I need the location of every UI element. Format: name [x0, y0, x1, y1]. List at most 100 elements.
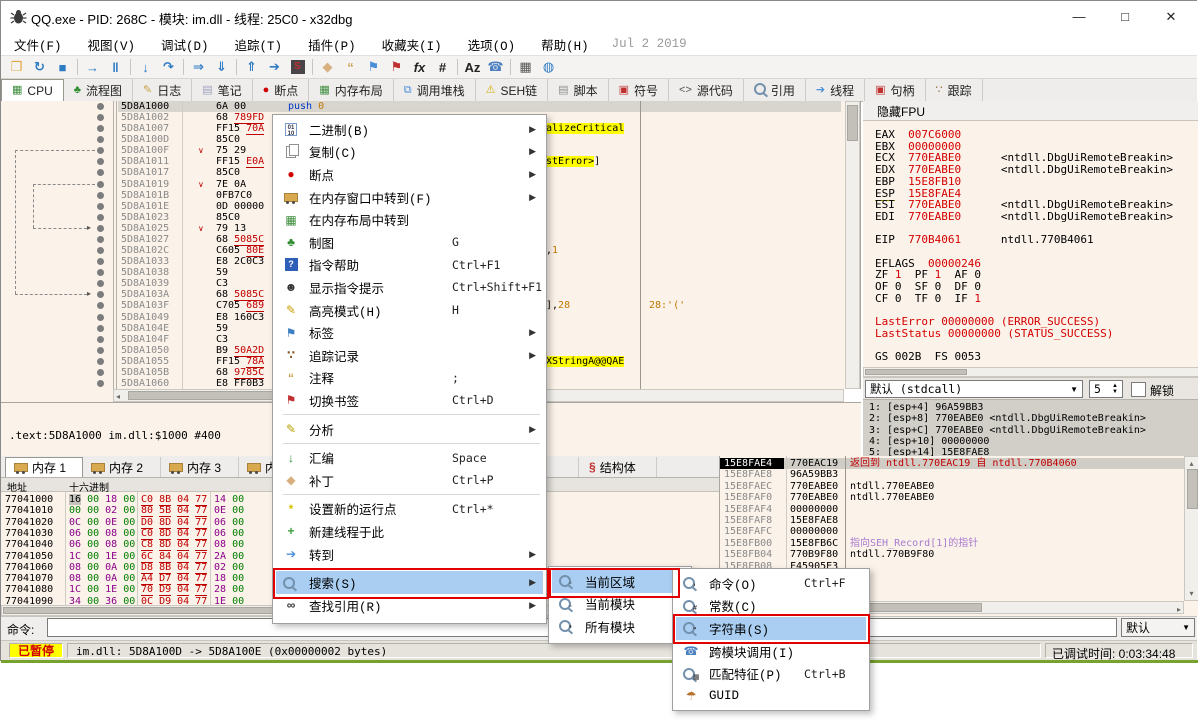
scroll-left-arrow[interactable]: ◂	[116, 391, 120, 402]
close-button[interactable]: ✕	[1148, 1, 1194, 33]
menu-item-在内存窗口中转到(F)[interactable]: 在内存窗口中转到(F)▶	[276, 186, 543, 209]
dump-tab-内存 3[interactable]: 内存 3	[161, 457, 239, 477]
title-bar[interactable]: QQ.exe - PID: 268C - 模块: im.dll - 线程: 25…	[1, 1, 1197, 33]
tab-符号[interactable]: ▣符号	[609, 79, 669, 101]
menu-item-制图[interactable]: ♣制图G	[276, 231, 543, 254]
stack-vscrollbar[interactable]: ▴▾	[1184, 456, 1198, 601]
label-icon[interactable]: ⚑	[362, 57, 385, 77]
stop-icon[interactable]: ■	[51, 57, 74, 77]
scroll-down-arrow[interactable]: ▾	[1185, 588, 1198, 599]
breakpoint-dot[interactable]	[97, 125, 104, 132]
tab-调用堆栈[interactable]: ⧉调用堆栈	[394, 79, 476, 101]
disasm-row[interactable]: 5D8A10006A 00push 0	[1, 101, 861, 112]
breakpoint-dot[interactable]	[97, 181, 104, 188]
step-into-icon[interactable]: ↓	[134, 57, 157, 77]
tab-SEH链[interactable]: ⚠SEH链	[476, 79, 549, 101]
breakpoint-dot[interactable]	[97, 380, 104, 387]
maximize-button[interactable]: □	[1102, 1, 1148, 33]
stack-arg-row[interactable]: 3: [esp+C] 770EABE0 <ntdll.DbgUiRemoteBr…	[869, 425, 1146, 436]
menubar-item[interactable]: 视图(V)	[75, 33, 149, 56]
tab-句柄[interactable]: ▣句柄	[865, 79, 925, 101]
menu-item-二进制(B)[interactable]: 0110二进制(B)▶	[276, 118, 543, 141]
dump-tab-结构体[interactable]: §结构体	[581, 457, 657, 477]
breakpoint-dot[interactable]	[97, 258, 104, 265]
function-icon[interactable]: fx	[408, 57, 431, 77]
tab-流程图[interactable]: ♣流程图	[64, 79, 133, 101]
menu-item-指令帮助[interactable]: ?指令帮助Ctrl+F1	[276, 254, 543, 277]
menubar-item[interactable]: 收藏夹(I)	[369, 33, 455, 56]
command-combo[interactable]: 默认 ▼	[1121, 618, 1195, 637]
menu-item-注释[interactable]: “注释;	[276, 367, 543, 390]
breakpoint-dot[interactable]	[97, 214, 104, 221]
breakpoint-dot[interactable]	[97, 225, 104, 232]
tab-跟踪[interactable]: ∵跟踪	[926, 79, 983, 101]
breakpoint-dot[interactable]	[97, 103, 104, 110]
breakpoint-dot[interactable]	[97, 158, 104, 165]
menu-item-新建线程于此[interactable]: +新建线程于此	[276, 520, 543, 543]
menu-item-查找引用(R)[interactable]: ∞查找引用(R)▶	[276, 594, 543, 617]
patch-icon[interactable]: ◆	[316, 57, 339, 77]
tab-CPU[interactable]: ▦CPU	[1, 79, 64, 102]
breakpoint-dot[interactable]	[97, 291, 104, 298]
breakpoint-dot[interactable]	[97, 358, 104, 365]
unlock-checkbox[interactable]	[1131, 382, 1146, 397]
breakpoint-dot[interactable]	[97, 203, 104, 210]
tab-脚本[interactable]: ▤脚本	[548, 79, 608, 101]
tab-线程[interactable]: ➔线程	[806, 79, 865, 101]
menu-item-GUID[interactable]: ☂GUID	[676, 685, 866, 708]
menu-item-跨模块调用(I)[interactable]: ☎跨模块调用(I)	[676, 640, 866, 663]
hide-fpu-button[interactable]: 隐藏FPU	[863, 101, 1198, 121]
menu-item-切换书签[interactable]: ⚑切换书签Ctrl+D	[276, 389, 543, 412]
menu-item-汇编[interactable]: ↓汇编Space	[276, 446, 543, 469]
menu-item-复制(C)[interactable]: 复制(C)▶	[276, 141, 543, 164]
register-line[interactable]: EIP 770B4061 ntdll.770B4061	[875, 234, 1094, 246]
registers-hscrollbar[interactable]	[863, 367, 1198, 377]
arg-count-stepper[interactable]: 5 ▲▼	[1089, 380, 1123, 398]
menu-item-常数(C)[interactable]: #常数(C)	[676, 595, 866, 618]
scroll-up-arrow[interactable]: ▴	[1185, 458, 1198, 469]
run-to-user-code-icon[interactable]: ⇒	[187, 57, 210, 77]
stack-args-pane[interactable]: 1: [esp+4] 96A59BB32: [esp+8] 770EABE0 <…	[863, 399, 1198, 456]
tab-日志[interactable]: ✎日志	[133, 79, 192, 101]
breakpoint-dot[interactable]	[97, 236, 104, 243]
modules-phone-icon[interactable]: ☎	[484, 57, 507, 77]
menubar-item[interactable]: 追踪(T)	[222, 33, 296, 56]
strings-icon[interactable]: S	[286, 57, 309, 77]
breakpoint-dot[interactable]	[97, 347, 104, 354]
menu-item-转到[interactable]: ➔转到▶	[276, 543, 543, 566]
breakpoint-dot[interactable]	[97, 280, 104, 287]
tab-断点[interactable]: ●断点	[253, 79, 310, 101]
menu-item-设置新的运行点[interactable]: *设置新的运行点Ctrl+*	[276, 498, 543, 521]
register-line[interactable]: EDI 770EABE0 <ntdll.DbgUiRemoteBreakin>	[875, 211, 1173, 223]
breakpoint-dot[interactable]	[97, 192, 104, 199]
menu-item-高亮模式(H)[interactable]: ✎高亮模式(H)H	[276, 299, 543, 322]
minimize-button[interactable]: —	[1056, 1, 1102, 33]
menubar-item[interactable]: 选项(O)	[455, 33, 529, 56]
tab-内存布局[interactable]: ▦内存布局	[309, 79, 393, 101]
tab-笔记[interactable]: ▤笔记	[192, 79, 252, 101]
stack-arg-row[interactable]: 1: [esp+4] 96A59BB3	[869, 402, 983, 413]
breakpoint-dot[interactable]	[97, 147, 104, 154]
disasm-vscrollbar[interactable]	[845, 101, 860, 389]
breakpoint-dot[interactable]	[97, 325, 104, 332]
menubar-item[interactable]: 插件(P)	[295, 33, 369, 56]
breakpoint-dot[interactable]	[97, 114, 104, 121]
dump-tab-内存 2[interactable]: 内存 2	[83, 457, 161, 477]
hash-icon[interactable]: #	[431, 57, 454, 77]
az-icon[interactable]: Az	[461, 57, 484, 77]
register-line[interactable]: LastStatus 00000000 (STATUS_SUCCESS)	[875, 328, 1113, 340]
register-line[interactable]: GS 002B FS 0053	[875, 351, 981, 363]
breakpoint-dot[interactable]	[97, 314, 104, 321]
menu-item-字符串(S)[interactable]: “字符串(S)	[676, 617, 866, 640]
step-out-icon[interactable]: ⇓	[210, 57, 233, 77]
scroll-right-arrow[interactable]: ▸	[1177, 604, 1181, 615]
animate-into-icon[interactable]: ➔	[263, 57, 286, 77]
step-over-icon[interactable]: ↷	[157, 57, 180, 77]
menubar-item[interactable]: 调试(D)	[148, 33, 222, 56]
menu-item-断点[interactable]: ●断点▶	[276, 163, 543, 186]
breakpoint-dot[interactable]	[97, 369, 104, 376]
breakpoint-dot[interactable]	[97, 336, 104, 343]
scroll-thumb[interactable]	[847, 105, 858, 141]
menu-item-标签[interactable]: ⚑标签▶	[276, 321, 543, 344]
dump-tab-内存 1[interactable]: 内存 1	[5, 457, 83, 477]
